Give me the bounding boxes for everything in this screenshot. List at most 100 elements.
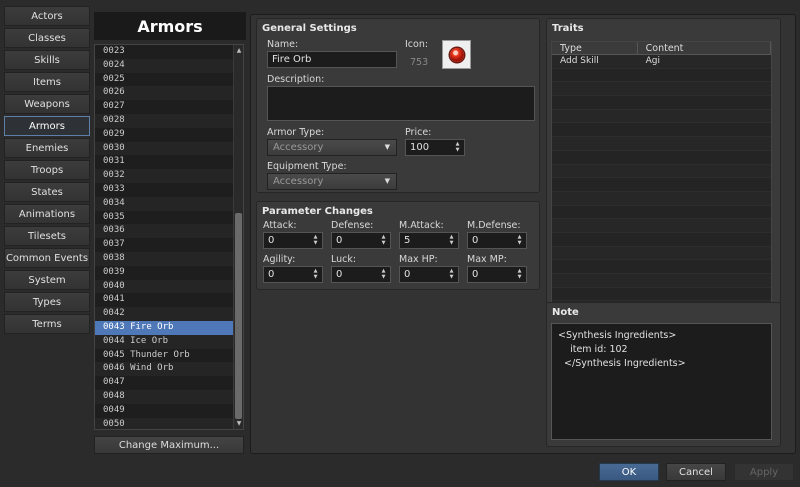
tab-items[interactable]: Items xyxy=(4,72,90,92)
list-item[interactable]: 0043 Fire Orb xyxy=(95,320,243,335)
list-item[interactable]: 0036 xyxy=(95,224,243,239)
tab-terms[interactable]: Terms xyxy=(4,314,90,334)
armor-list[interactable]: 0023 0024 0025 0026 0027 0028 0029 0030 0031 0032… xyxy=(94,44,244,430)
change-maximum-button[interactable]: Change Maximum... xyxy=(94,436,244,454)
tab-enemies[interactable]: Enemies xyxy=(4,138,90,158)
tab-states[interactable]: States xyxy=(4,182,90,202)
trait-content-cell xyxy=(638,178,771,191)
list-item[interactable]: 0049 xyxy=(95,404,243,418)
list-item[interactable]: 0047 xyxy=(95,376,243,390)
list-item[interactable]: 0044 Ice Orb xyxy=(95,334,243,349)
list-item[interactable]: 0034 xyxy=(95,196,243,211)
table-row[interactable] xyxy=(552,178,771,192)
stepper-arrows-icon[interactable]: ▲ ▼ xyxy=(312,268,319,280)
list-item[interactable]: 0029 xyxy=(95,128,243,142)
mdefense-stepper[interactable]: 0 ▲ ▼ xyxy=(467,232,527,249)
list-item[interactable]: 0033 xyxy=(95,183,243,197)
table-row[interactable] xyxy=(552,137,771,151)
table-row[interactable] xyxy=(552,274,771,288)
list-item[interactable]: 0024 xyxy=(95,58,243,73)
list-item[interactable]: 0040 xyxy=(95,279,243,294)
table-row[interactable] xyxy=(552,123,771,138)
stepper-arrows-icon[interactable]: ▲ ▼ xyxy=(312,234,319,246)
luck-stepper[interactable]: 0 ▲ ▼ xyxy=(331,266,391,283)
armor-list-rows: 0023 0024 0025 0026 0027 0028 0029 0030 0031 0032… xyxy=(95,45,243,429)
stepper-arrows-icon[interactable]: ▲ ▼ xyxy=(380,268,387,280)
list-item[interactable]: 0038 xyxy=(95,251,243,266)
tab-animations[interactable]: Animations xyxy=(4,204,90,224)
list-item[interactable]: 0050 xyxy=(95,417,243,429)
stepper-arrows-icon[interactable]: ▲ ▼ xyxy=(454,141,461,153)
armor-type-select[interactable]: Accessory ▼ xyxy=(267,139,397,156)
list-item[interactable]: 0027 xyxy=(95,100,243,114)
list-item[interactable]: 0031 xyxy=(95,155,243,169)
tab-skills[interactable]: Skills xyxy=(4,50,90,70)
list-item[interactable]: 0048 xyxy=(95,389,243,404)
table-row[interactable] xyxy=(552,96,771,110)
price-stepper[interactable]: 100 ▲ ▼ xyxy=(405,139,465,156)
equipment-type-select[interactable]: Accessory ▼ xyxy=(267,173,397,190)
list-scrollbar[interactable]: ▲ ▼ xyxy=(233,45,243,429)
attack-stepper[interactable]: 0 ▲ ▼ xyxy=(263,232,323,249)
table-row[interactable] xyxy=(552,246,771,261)
list-item[interactable]: 0041 xyxy=(95,293,243,307)
list-scroll-thumb[interactable] xyxy=(235,213,242,419)
list-item[interactable]: 0042 xyxy=(95,307,243,321)
tab-classes[interactable]: Classes xyxy=(4,28,90,48)
tab-tilesets[interactable]: Tilesets xyxy=(4,226,90,246)
table-row[interactable] xyxy=(552,233,771,247)
tab-armors[interactable]: Armors xyxy=(4,116,90,136)
list-item[interactable]: 0028 xyxy=(95,113,243,128)
tab-common-events[interactable]: Common Events xyxy=(4,248,90,268)
defense-stepper[interactable]: 0 ▲ ▼ xyxy=(331,232,391,249)
list-item[interactable]: 0046 Wind Orb xyxy=(95,362,243,377)
table-row[interactable] xyxy=(552,82,771,97)
list-item[interactable]: 0026 xyxy=(95,86,243,101)
table-row[interactable] xyxy=(552,219,771,233)
description-field[interactable] xyxy=(267,86,535,121)
list-item[interactable]: 0025 xyxy=(95,73,243,87)
scroll-up-arrow-icon[interactable]: ▲ xyxy=(235,46,243,55)
list-item[interactable]: 0032 xyxy=(95,169,243,183)
note-field[interactable]: <Synthesis Ingredients> item id: 102 </S… xyxy=(551,323,772,440)
tab-troops[interactable]: Troops xyxy=(4,160,90,180)
equipment-type-label: Equipment Type: xyxy=(267,161,347,172)
stepper-arrows-icon[interactable]: ▲ ▼ xyxy=(448,268,455,280)
name-field[interactable]: Fire Orb xyxy=(267,51,397,68)
max-hp-stepper[interactable]: 0 ▲ ▼ xyxy=(399,266,459,283)
mattack-stepper[interactable]: 5 ▲ ▼ xyxy=(399,232,459,249)
table-row[interactable] xyxy=(552,151,771,165)
stepper-arrows-icon[interactable]: ▲ ▼ xyxy=(516,234,523,246)
stepper-arrows-icon[interactable]: ▲ ▼ xyxy=(380,234,387,246)
list-item[interactable]: 0039 xyxy=(95,266,243,280)
list-item[interactable]: 0023 xyxy=(95,45,243,59)
agility-label: Agility: xyxy=(263,254,296,265)
max-mp-stepper[interactable]: 0 ▲ ▼ xyxy=(467,266,527,283)
tab-weapons[interactable]: Weapons xyxy=(4,94,90,114)
tab-actors[interactable]: Actors xyxy=(4,6,90,26)
list-item[interactable]: 0030 xyxy=(95,141,243,156)
scroll-down-arrow-icon[interactable]: ▼ xyxy=(235,419,243,428)
agility-stepper[interactable]: 0 ▲ ▼ xyxy=(263,266,323,283)
list-item[interactable]: 0045 Thunder Orb xyxy=(95,349,243,363)
apply-button[interactable]: Apply xyxy=(734,463,794,481)
table-row[interactable] xyxy=(552,109,771,124)
cancel-button[interactable]: Cancel xyxy=(666,463,726,481)
table-row[interactable] xyxy=(552,69,771,83)
table-row[interactable] xyxy=(552,191,771,206)
table-row[interactable] xyxy=(552,206,771,220)
list-item[interactable]: 0037 xyxy=(95,238,243,252)
icon-picker[interactable] xyxy=(442,40,471,69)
max-hp-label: Max HP: xyxy=(399,254,438,265)
table-row[interactable] xyxy=(552,164,771,179)
tab-system[interactable]: System xyxy=(4,270,90,290)
stepper-arrows-icon[interactable]: ▲ ▼ xyxy=(448,234,455,246)
trait-type-cell xyxy=(552,96,638,109)
table-row[interactable] xyxy=(552,288,771,302)
stepper-arrows-icon[interactable]: ▲ ▼ xyxy=(516,268,523,280)
ok-button[interactable]: OK xyxy=(599,463,659,481)
table-row[interactable] xyxy=(552,260,771,274)
table-row[interactable]: Add Skill Agi xyxy=(552,55,771,69)
list-item[interactable]: 0035 xyxy=(95,211,243,225)
tab-types[interactable]: Types xyxy=(4,292,90,312)
